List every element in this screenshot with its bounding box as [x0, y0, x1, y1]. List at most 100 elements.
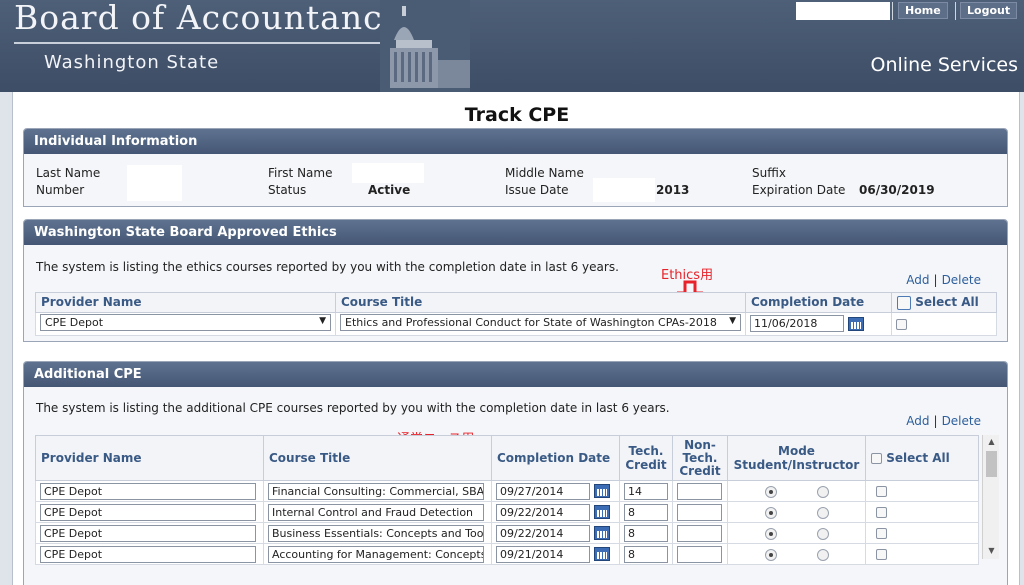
individual-info-heading: Individual Information: [24, 129, 1007, 154]
row-checkbox[interactable]: [876, 486, 887, 497]
course-input[interactable]: Business Essentials: Concepts and Tools: [268, 524, 484, 542]
brand-subtitle: Washington State: [44, 52, 220, 73]
col-provider-name: Provider Name: [35, 435, 264, 481]
table-scrollbar[interactable]: ▲ ▼: [982, 435, 999, 559]
provider-select[interactable]: CPE Depot ▼: [40, 313, 331, 331]
calendar-icon[interactable]: [594, 484, 610, 498]
col-select-all: Select All: [865, 435, 979, 481]
completion-date-input[interactable]: 09/27/2014: [496, 482, 590, 500]
course-input[interactable]: Internal Control and Fraud Detection: [268, 503, 484, 521]
calendar-icon[interactable]: [594, 505, 610, 519]
table-row: CPE Depot Financial Consulting: Commerci…: [35, 480, 979, 502]
course-input[interactable]: Financial Consulting: Commercial, SBA,: [268, 482, 484, 500]
completion-date-input[interactable]: 09/22/2014: [496, 503, 590, 521]
provider-input[interactable]: CPE Depot: [40, 482, 256, 500]
table-row: CPE Depot Business Essentials: Concepts …: [35, 522, 979, 544]
issue-date-value: 2013: [656, 183, 690, 197]
user-name-box: [796, 2, 890, 20]
calendar-icon[interactable]: [848, 316, 864, 331]
mode-instructor-radio[interactable]: [816, 485, 829, 498]
col-mode: Mode Student/Instructor: [727, 435, 866, 481]
additional-actions: Add | Delete: [906, 414, 981, 428]
course-select[interactable]: Ethics and Professional Conduct for Stat…: [340, 313, 741, 331]
select-all-checkbox[interactable]: [897, 295, 911, 310]
ethics-description: The system is listing the ethics courses…: [36, 260, 619, 274]
brand-title: Board of Accountancy: [14, 0, 403, 37]
provider-input[interactable]: CPE Depot: [40, 503, 256, 521]
tech-credit-input[interactable]: 8: [624, 503, 668, 521]
expiration-date-value: 06/30/2019: [859, 183, 935, 197]
col-tech-credit: Tech. Credit: [619, 435, 673, 481]
nav-separator: [955, 2, 956, 20]
completion-date-input[interactable]: 11/06/2018: [750, 315, 844, 332]
ethics-section: Washington State Board Approved Ethics T…: [23, 219, 1008, 342]
additional-cpe-heading: Additional CPE: [24, 362, 1007, 387]
mode-student-radio[interactable]: [764, 548, 777, 561]
nontech-credit-input[interactable]: [677, 482, 722, 500]
ethics-heading: Washington State Board Approved Ethics: [24, 220, 1007, 245]
mode-student-radio[interactable]: [764, 485, 777, 498]
ethics-delete-link[interactable]: Delete: [942, 273, 981, 287]
nav-separator: [892, 2, 893, 20]
ethics-add-link[interactable]: Add: [906, 273, 929, 287]
tech-credit-input[interactable]: 8: [624, 524, 668, 542]
table-row: CPE Depot Accounting for Management: Con…: [35, 543, 979, 565]
calendar-icon[interactable]: [594, 547, 610, 561]
last-name-label: Last Name: [36, 166, 101, 180]
issue-date-label: Issue Date: [505, 183, 569, 197]
provider-input[interactable]: CPE Depot: [40, 545, 256, 563]
online-services-label: Online Services: [870, 54, 1018, 76]
redacted-last-name: [127, 165, 182, 201]
scroll-thumb[interactable]: [986, 451, 997, 477]
nontech-credit-input[interactable]: [677, 503, 722, 521]
suffix-label: Suffix: [752, 166, 786, 180]
mode-student-radio[interactable]: [764, 506, 777, 519]
main-panel: Track CPE Individual Information Last Na…: [12, 92, 1020, 585]
nontech-credit-input[interactable]: [677, 524, 722, 542]
additional-add-link[interactable]: Add: [906, 414, 929, 428]
scroll-up-icon[interactable]: ▲: [983, 437, 1000, 446]
row-checkbox[interactable]: [876, 528, 887, 539]
tech-credit-input[interactable]: 14: [624, 482, 668, 500]
col-course-title: Course Title: [335, 292, 746, 313]
ethics-actions: Add | Delete: [906, 273, 981, 287]
status-value: Active: [368, 183, 411, 197]
col-select-all: Select All: [891, 292, 997, 313]
row-checkbox[interactable]: [876, 507, 887, 518]
col-completion-date: Completion Date: [491, 435, 620, 481]
logout-button[interactable]: Logout: [960, 2, 1018, 19]
ethics-table: Provider Name Course Title Completion Da…: [35, 292, 997, 336]
additional-delete-link[interactable]: Delete: [942, 414, 981, 428]
first-name-label: First Name: [268, 166, 333, 180]
individual-info-section: Individual Information Last Name Number …: [23, 128, 1008, 207]
redacted-issue-date: [593, 178, 655, 202]
mode-instructor-radio[interactable]: [816, 506, 829, 519]
tech-credit-input[interactable]: 8: [624, 545, 668, 563]
site-header: Board of Accountancy Washington State On…: [0, 0, 1024, 92]
course-input[interactable]: Accounting for Management: Concepts &: [268, 545, 484, 563]
expiration-date-label: Expiration Date: [752, 183, 846, 197]
additional-description: The system is listing the additional CPE…: [36, 401, 670, 415]
redacted-first-name: [352, 163, 424, 183]
col-completion-date: Completion Date: [745, 292, 892, 313]
additional-cpe-table: Provider Name Course Title Completion Da…: [35, 435, 979, 565]
row-checkbox[interactable]: [896, 318, 907, 330]
calendar-icon[interactable]: [594, 526, 610, 540]
col-nontech-credit: Non- Tech. Credit: [672, 435, 728, 481]
nontech-credit-input[interactable]: [677, 545, 722, 563]
status-label: Status: [268, 183, 307, 197]
row-checkbox[interactable]: [876, 549, 887, 560]
completion-date-input[interactable]: 09/22/2014: [496, 524, 590, 542]
completion-date-input[interactable]: 09/21/2014: [496, 545, 590, 563]
home-button[interactable]: Home: [898, 2, 948, 19]
mode-instructor-radio[interactable]: [816, 527, 829, 540]
table-row: CPE Depot ▼ Ethics and Professional Condu…: [35, 311, 997, 336]
table-row: CPE Depot Internal Control and Fraud Det…: [35, 501, 979, 523]
mode-instructor-radio[interactable]: [816, 548, 829, 561]
page-title: Track CPE: [464, 104, 570, 126]
scroll-down-icon[interactable]: ▼: [983, 546, 1000, 555]
provider-input[interactable]: CPE Depot: [40, 524, 256, 542]
additional-cpe-section: Additional CPE The system is listing the…: [23, 361, 1008, 585]
mode-student-radio[interactable]: [764, 527, 777, 540]
select-all-checkbox[interactable]: [871, 453, 882, 464]
